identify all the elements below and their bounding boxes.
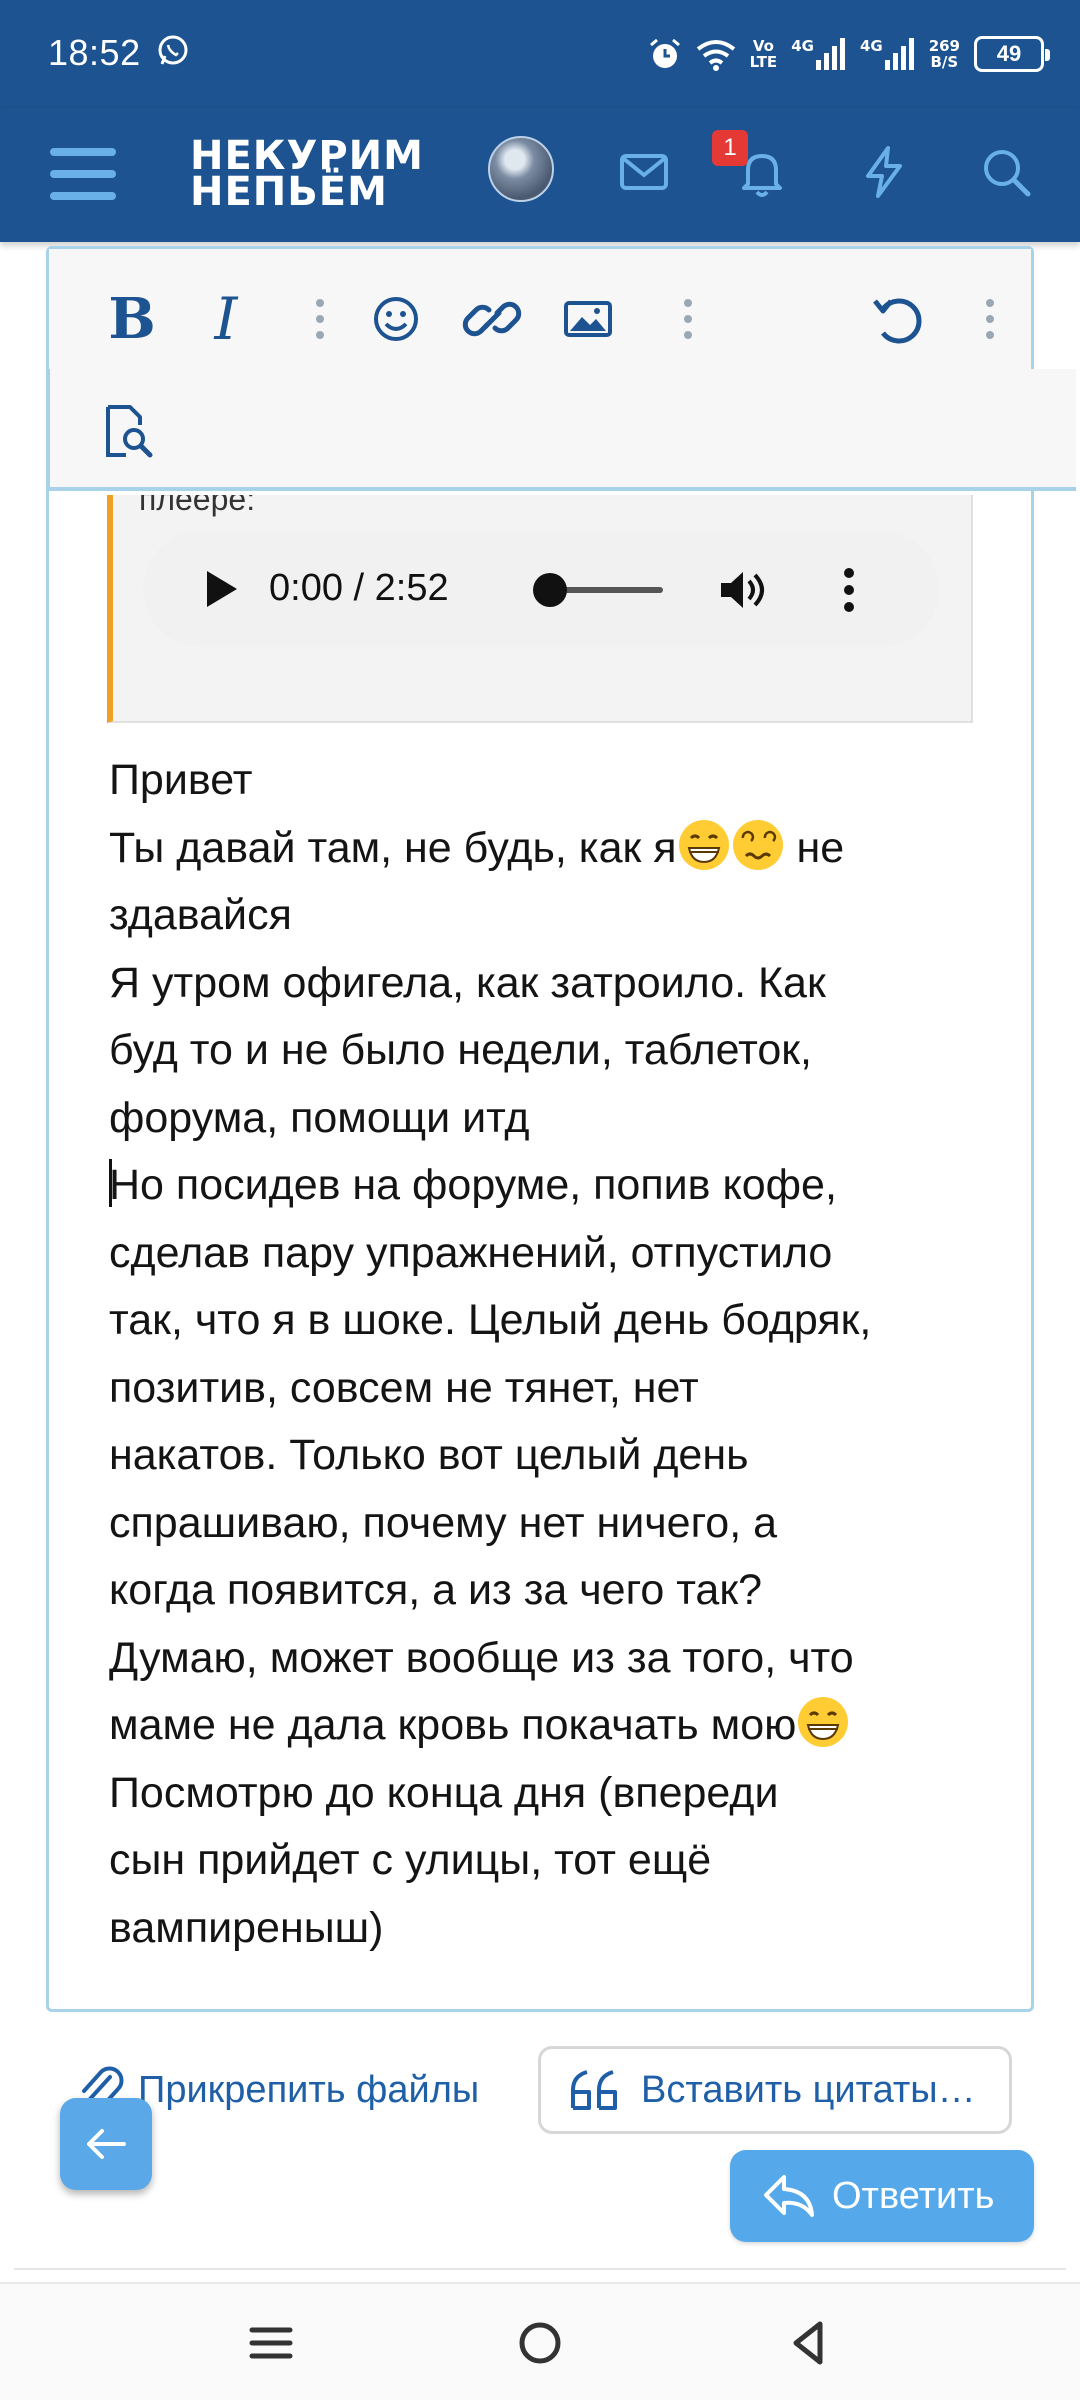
network-speed-unit: B/S <box>930 53 959 71</box>
message-segment: Но посидев на форуме, попив кофе, <box>109 1161 837 1209</box>
message-line: спрашиваю, почему нет ничего, а <box>109 1498 778 1547</box>
more-options-icon[interactable] <box>955 279 1025 359</box>
wifi-icon <box>696 40 735 71</box>
message-segment: не <box>784 823 845 872</box>
message-line: сделав пару упражнений, отпустило <box>109 1228 833 1277</box>
message-line: сын прийдет с улицы, тот ещё <box>109 1836 712 1884</box>
insert-quotes-label: Вставить цитаты… <box>641 2068 976 2111</box>
reply-icon <box>764 2175 814 2217</box>
battery-icon: 49 <box>974 36 1050 72</box>
volume-icon[interactable] <box>717 567 767 613</box>
message-line: форума, помощи итд <box>109 1093 530 1142</box>
status-time: 18:52 <box>48 32 141 73</box>
undo-icon[interactable] <box>861 279 931 359</box>
mail-icon[interactable] <box>614 142 674 202</box>
status-icons: Vo LTE 4G 4G 269 B/S 49 <box>648 26 1050 82</box>
seek-handle[interactable] <box>533 573 567 607</box>
preview-icon[interactable] <box>98 401 158 461</box>
player-menu-icon[interactable] <box>843 565 855 615</box>
signal-2: 4G <box>860 38 915 70</box>
signal-1: 4G <box>791 38 846 70</box>
back-nav-icon[interactable] <box>784 2318 834 2368</box>
alarm-icon <box>649 38 680 68</box>
signal-bars-icon <box>884 38 914 70</box>
signal-bars-icon <box>815 38 845 70</box>
emoji-icon[interactable] <box>361 279 431 359</box>
search-icon[interactable] <box>976 142 1036 202</box>
message-line: здавайся <box>109 891 292 939</box>
message-segment: Ты давай там, не будь, как я <box>109 823 677 872</box>
app-header: НЕКУРИМ НЕПЬЁМ 1 <box>0 108 1080 242</box>
play-icon[interactable] <box>207 571 237 607</box>
italic-button[interactable]: I <box>191 279 261 359</box>
home-icon[interactable] <box>515 2318 565 2368</box>
more-text-options-icon[interactable] <box>285 279 355 359</box>
notification-badge: 1 <box>712 130 748 166</box>
message-segment: маме не дала кровь покачать мою <box>109 1701 797 1749</box>
quoted-message: плеере: 0:00 / 2:52 <box>107 495 973 723</box>
network-speed: 269 B/S <box>929 38 960 70</box>
recent-apps-icon[interactable] <box>246 2318 296 2368</box>
message-line: маме не дала кровь покачать мою <box>109 1692 1009 1760</box>
message-line: Привет <box>109 756 253 804</box>
message-line: Я утром офигела, как затроило. Как <box>109 958 826 1007</box>
quote-text: плеере: <box>139 495 256 517</box>
message-text[interactable]: Привет Ты давай там, не будь, как я не з… <box>109 747 1009 1962</box>
message-line: накатов. Только вот целый день <box>109 1431 749 1479</box>
message-line: позитив, совсем не тянет, нет <box>109 1363 699 1412</box>
image-icon[interactable] <box>553 279 623 359</box>
editor-toolbar-row2 <box>46 369 1076 491</box>
volte-top: Vo <box>752 37 774 55</box>
link-icon[interactable] <box>457 279 527 359</box>
message-line: Ты давай там, не будь, как я не <box>109 815 1009 883</box>
battery-level: 49 <box>996 41 1022 66</box>
volte-bottom: LTE <box>749 53 778 71</box>
grinning-emoji-icon <box>798 1697 849 1747</box>
dizzy-face-emoji-icon <box>732 819 783 870</box>
signal-1-label: 4G <box>791 37 814 55</box>
site-logo[interactable]: НЕКУРИМ НЕПЬЁМ <box>190 136 424 215</box>
insert-quotes-button[interactable]: Вставить цитаты… <box>538 2046 1012 2134</box>
more-insert-options-icon[interactable] <box>653 279 723 359</box>
reply-label: Ответить <box>832 2174 995 2217</box>
arrow-left-icon <box>87 2129 126 2159</box>
message-line: буд то и не было недели, таблеток, <box>109 1026 812 1074</box>
message-editor: B I плеере: 0:00 / 2:52 Привет Ты давай … <box>46 246 1076 2012</box>
message-line: так, что я в шоке. Целый день бодряк, <box>109 1296 872 1344</box>
user-avatar[interactable] <box>488 136 554 202</box>
menu-icon[interactable] <box>50 148 116 204</box>
reply-button[interactable]: Ответить <box>730 2150 1034 2242</box>
bold-button[interactable]: B <box>97 279 167 359</box>
volte-indicator: Vo LTE <box>750 38 778 70</box>
message-line: Но посидев на форуме, попив кофе, <box>109 1152 1009 1220</box>
message-line: вампиреныш) <box>109 1903 384 1952</box>
message-line: Посмотрю до конца дня (впереди <box>109 1768 779 1817</box>
message-line: Думаю, может вообще из за того, что <box>109 1633 854 1682</box>
message-line: когда появится, а из за чего так? <box>109 1566 763 1614</box>
signal-2-label: 4G <box>859 37 883 55</box>
audio-player: 0:00 / 2:52 <box>143 531 939 647</box>
attach-files-label: Прикрепить файлы <box>138 2068 480 2111</box>
divider <box>14 2268 1066 2270</box>
lightning-icon[interactable] <box>854 142 914 202</box>
whatsapp-icon <box>158 35 188 65</box>
quote-marks-icon <box>571 2070 617 2110</box>
logo-line-2: НЕПЬЁМ <box>190 169 388 215</box>
back-button[interactable] <box>60 2098 152 2190</box>
network-speed-value: 269 <box>928 37 960 55</box>
status-bar: 18:52 Vo LTE 4G 4G 269 B/S 49 <box>0 0 1080 108</box>
system-nav-bar <box>0 2282 1080 2400</box>
player-time: 0:00 / 2:52 <box>269 567 449 609</box>
grinning-emoji-icon <box>678 819 729 870</box>
